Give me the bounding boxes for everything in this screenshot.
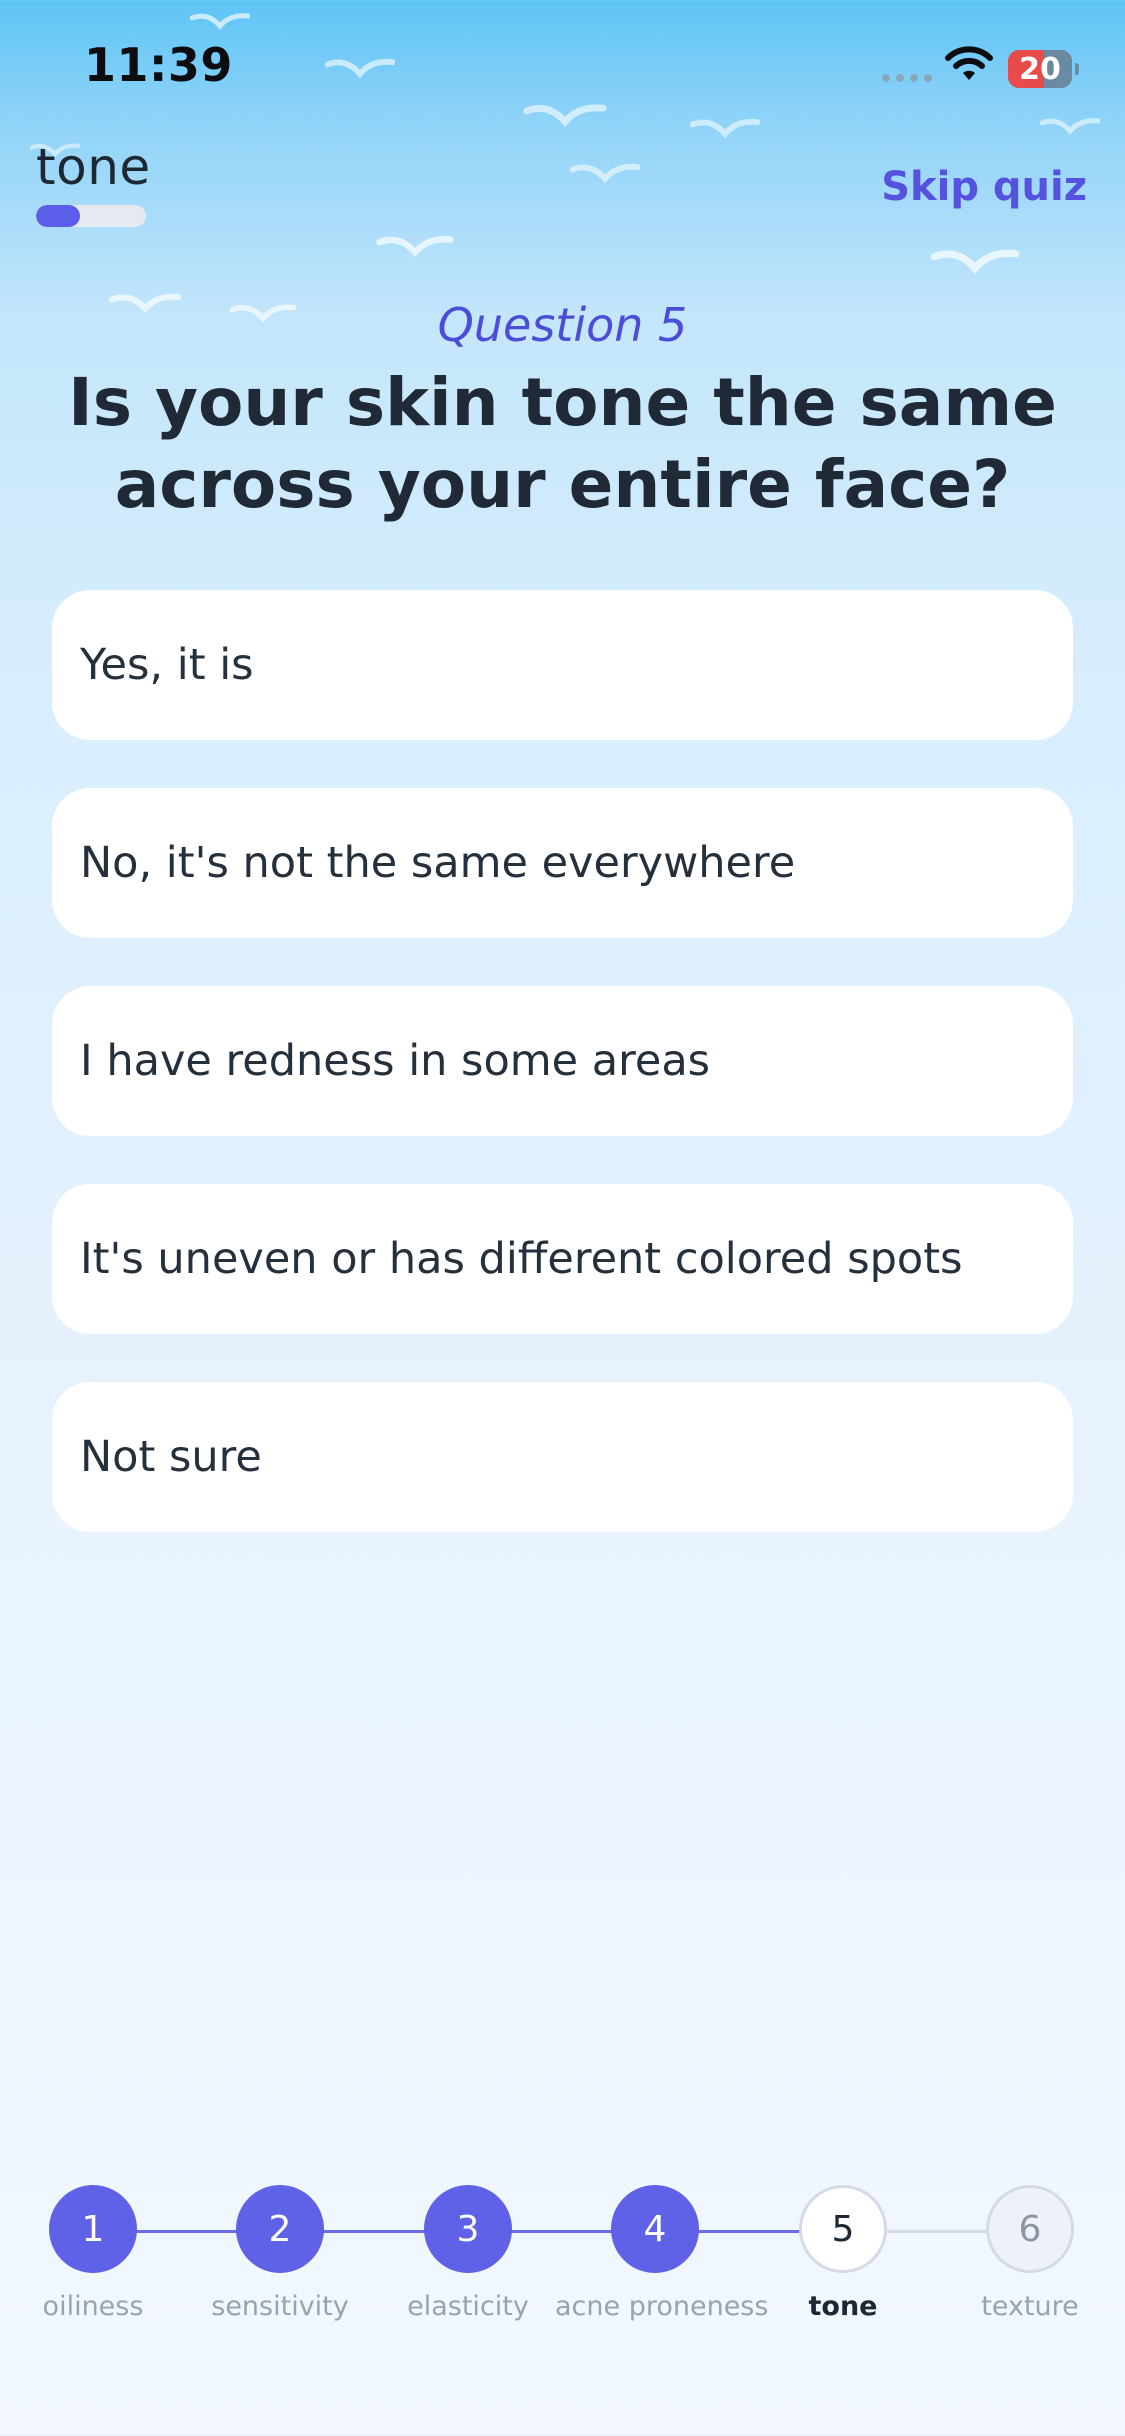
skip-quiz-button[interactable]: Skip quiz	[881, 164, 1087, 210]
step-circle: 1	[49, 2185, 137, 2273]
step-circle: 4	[611, 2185, 699, 2273]
step-label: sensitivity	[211, 2291, 349, 2322]
answer-option[interactable]: It's uneven or has different colored spo…	[52, 1184, 1073, 1334]
step-circle: 6	[986, 2185, 1074, 2273]
step-label: texture	[981, 2291, 1079, 2322]
status-time: 11:39	[84, 38, 233, 92]
step-acne-proneness[interactable]: 4 acne proneness	[555, 2185, 769, 2322]
battery-level: 20	[1019, 52, 1061, 87]
section-progress-bar	[36, 205, 146, 227]
step-elasticity[interactable]: 3 elasticity	[368, 2185, 568, 2322]
step-label: tone	[808, 2291, 878, 2322]
bird-icon	[570, 163, 640, 184]
wifi-icon	[945, 46, 993, 80]
signal-dots-icon	[882, 74, 932, 82]
bird-icon	[690, 118, 760, 139]
question-number: Question 5	[437, 298, 688, 352]
step-circle: 2	[236, 2185, 324, 2273]
bird-icon	[190, 13, 250, 30]
answer-option[interactable]: I have redness in some areas	[52, 986, 1073, 1136]
answer-option[interactable]: Not sure	[52, 1382, 1073, 1532]
step-oiliness[interactable]: 1 oiliness	[0, 2185, 193, 2322]
bird-icon	[930, 249, 1020, 274]
answer-option[interactable]: Yes, it is	[52, 590, 1073, 740]
bird-icon	[325, 58, 395, 79]
step-circle: 3	[424, 2185, 512, 2273]
bird-icon	[376, 236, 454, 258]
step-label: elasticity	[407, 2291, 529, 2322]
bird-icon	[523, 104, 607, 128]
quiz-stepper: 1 oiliness 2 sensitivity 3 elasticity 4 …	[0, 2185, 1125, 2335]
step-tone[interactable]: 5 tone	[743, 2185, 943, 2322]
step-label: oiliness	[42, 2291, 144, 2322]
step-sensitivity[interactable]: 2 sensitivity	[180, 2185, 380, 2322]
answer-options: Yes, it is No, it's not the same everywh…	[52, 590, 1073, 1580]
step-texture[interactable]: 6 texture	[930, 2185, 1125, 2322]
step-label: acne proneness	[555, 2291, 769, 2322]
battery-icon: 20	[1008, 50, 1079, 88]
section-label: tone	[36, 138, 151, 196]
answer-option[interactable]: No, it's not the same everywhere	[52, 788, 1073, 938]
step-circle: 5	[799, 2185, 887, 2273]
question-title: Is your skin tone the same across your e…	[68, 364, 1057, 523]
bird-icon	[1040, 118, 1100, 135]
section-progress-fill	[36, 205, 80, 227]
